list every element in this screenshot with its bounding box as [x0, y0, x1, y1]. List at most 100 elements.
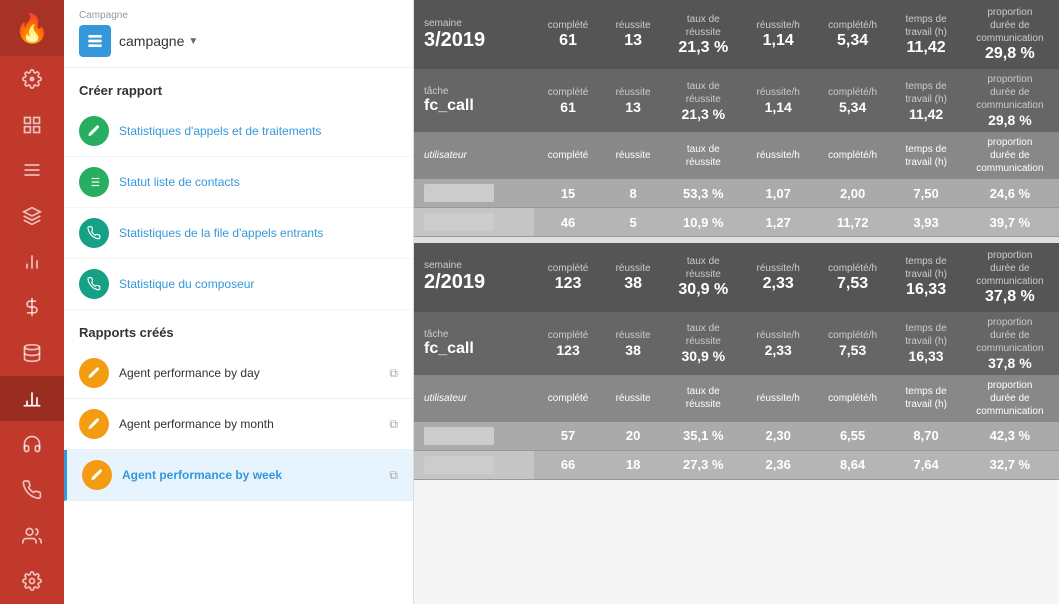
- report-day-copy-icon: ⧉: [389, 366, 398, 381]
- week2-label-sub: semaine: [424, 260, 524, 271]
- week2-proportion-header: proportiondurée decommunication 37,8 %: [961, 243, 1059, 312]
- week1-reussiteh-val: 1,14: [753, 32, 804, 50]
- week1-task-row: tâche fc_call complété 61 réussite 13 ta…: [414, 69, 1059, 132]
- week2-user2-row: 66 18 27,3 % 2,36 8,64 7,64 32,7 %: [414, 450, 1059, 479]
- week2-reussite-header: réussite 38: [602, 243, 664, 312]
- week1-task-label-sub: tâche: [424, 86, 524, 97]
- week2-task-taux: taux deréussite 30,9 %: [664, 312, 743, 375]
- week2-user2-proportion: 32,7 %: [961, 450, 1059, 479]
- menu-item-contact-list[interactable]: Statut liste de contacts: [64, 157, 413, 208]
- week1-user2-proportion: 39,7 %: [961, 208, 1059, 237]
- week1-user1-reussiteh: 1,07: [743, 179, 814, 208]
- menu-item-statistics[interactable]: Statistiques d'appels et de traitements: [64, 106, 413, 157]
- menu-item-queue-stats[interactable]: Statistiques de la file d'appels entrant…: [64, 208, 413, 259]
- week1-user-taux-header: taux deréussite: [664, 132, 743, 179]
- menu-item-composer[interactable]: Statistique du composeur: [64, 259, 413, 310]
- week2-label-main: 2/2019: [424, 271, 524, 294]
- week1-temps-header: temps detravail (h) 11,42: [891, 0, 960, 69]
- week1-proportion-val: 29,8 %: [971, 45, 1049, 63]
- week1-task-label-main: fc_call: [424, 97, 524, 115]
- campaign-dropdown[interactable]: campagne ▼: [119, 33, 198, 49]
- week1-user1-completed: 15: [534, 179, 602, 208]
- week1-user2-completedh: 11,72: [814, 208, 892, 237]
- week1-user1-completedh: 2,00: [814, 179, 892, 208]
- week2-user1-name-block: [424, 427, 494, 445]
- week1-task-temps: temps detravail (h) 11,42: [891, 69, 960, 132]
- week1-user1-proportion: 24,6 %: [961, 179, 1059, 208]
- report-week-copy-icon: ⧉: [389, 468, 398, 483]
- week1-task-completed: complété 61: [534, 69, 602, 132]
- contact-list-label: Statut liste de contacts: [119, 175, 240, 189]
- nav-dollar[interactable]: [0, 284, 64, 330]
- nav-phone[interactable]: [0, 467, 64, 513]
- nav-database[interactable]: [0, 330, 64, 376]
- statistics-label: Statistiques d'appels et de traitements: [119, 124, 321, 138]
- nav-layers[interactable]: [0, 193, 64, 239]
- completedh-col-header: complété/h: [824, 19, 882, 32]
- nav-settings[interactable]: [0, 558, 64, 604]
- week2-user1-proportion: 42,3 %: [961, 422, 1059, 451]
- week2-task-reussite: réussite 38: [602, 312, 664, 375]
- week2-user1-taux: 35,1 %: [664, 422, 743, 451]
- week2-task-label-cell: tâche fc_call: [414, 312, 534, 375]
- nav-chart[interactable]: [0, 239, 64, 285]
- week1-completed-header: complété 61: [534, 0, 602, 69]
- nav-contacts[interactable]: [0, 513, 64, 559]
- week1-completedh-val: 5,34: [824, 32, 882, 50]
- week2-header-row: semaine 2/2019 complété 123 réussite 38 …: [414, 243, 1059, 312]
- week1-task-reussite: réussite 13: [602, 69, 664, 132]
- week1-task-proportion: proportiondurée decommunication 29,8 %: [961, 69, 1059, 132]
- nav-menu[interactable]: [0, 148, 64, 194]
- week2-user1-reussiteh: 2,30: [743, 422, 814, 451]
- week1-completed-val: 61: [544, 32, 592, 50]
- icon-bar: 🔥: [0, 0, 64, 604]
- week2-taux-header: taux deréussite 30,9 %: [664, 243, 743, 312]
- week1-task-taux: taux deréussite 21,3 %: [664, 69, 743, 132]
- week1-user2-taux: 10,9 %: [664, 208, 743, 237]
- main-content: semaine 3/2019 complété 61 réussite 13 t…: [414, 0, 1059, 604]
- week1-user2-name-block: [424, 213, 494, 231]
- report-item-week[interactable]: Agent performance by week ⧉: [64, 450, 413, 501]
- nav-headset[interactable]: [0, 421, 64, 467]
- reussite-col-header: réussite: [612, 19, 654, 32]
- week2-user2-reussite: 18: [602, 450, 664, 479]
- week2-user-section-header: utilisateur complété réussite taux deréu…: [414, 375, 1059, 422]
- week1-user2-completed: 46: [534, 208, 602, 237]
- logo[interactable]: 🔥: [0, 0, 64, 56]
- week2-task-reussiteh: réussite/h 2,33: [743, 312, 814, 375]
- week2-reussiteh-header: réussite/h 2,33: [743, 243, 814, 312]
- week2-user2-taux: 27,3 %: [664, 450, 743, 479]
- week2-user1-row: 57 20 35,1 % 2,30 6,55 8,70 42,3 %: [414, 422, 1059, 451]
- campaign-header: Campagne campagne ▼: [64, 0, 413, 68]
- week2-user1-temps: 8,70: [891, 422, 960, 451]
- week2-task-proportion: proportiondurée decommunication 37,8 %: [961, 312, 1059, 375]
- week2-task-row: tâche fc_call complété 123 réussite 38 t…: [414, 312, 1059, 375]
- report-month-copy-icon: ⧉: [389, 417, 398, 432]
- week2-task-temps: temps detravail (h) 16,33: [891, 312, 960, 375]
- nav-reports[interactable]: [0, 376, 64, 422]
- week2-user1-completedh: 6,55: [814, 422, 892, 451]
- week1-user1-row: 15 8 53,3 % 1,07 2,00 7,50 24,6 %: [414, 179, 1059, 208]
- week1-user-proportion-header: proportiondurée decommunication: [961, 132, 1059, 179]
- week1-temps-val: 11,42: [901, 39, 950, 57]
- week2-completed-header: complété 123: [534, 243, 602, 312]
- report-month-icon: [79, 409, 109, 439]
- week2-user1-completed: 57: [534, 422, 602, 451]
- report-item-day[interactable]: Agent performance by day ⧉: [64, 348, 413, 399]
- report-day-label: Agent performance by day: [119, 366, 379, 380]
- nav-grid[interactable]: [0, 102, 64, 148]
- proportion-col-header: proportiondurée decommunication: [971, 6, 1049, 45]
- week1-user1-name-block: [424, 184, 494, 202]
- report-item-month[interactable]: Agent performance by month ⧉: [64, 399, 413, 450]
- week2-label-cell: semaine 2/2019: [414, 243, 534, 312]
- week1-label-cell: semaine 3/2019: [414, 0, 534, 69]
- week2-user-header-label: utilisateur: [414, 375, 534, 422]
- taux-col-header: taux deréussite: [674, 13, 733, 39]
- nav-gear[interactable]: [0, 56, 64, 102]
- campaign-label: Campagne: [79, 10, 398, 21]
- campaign-select[interactable]: campagne ▼: [79, 25, 398, 57]
- composer-icon: [79, 269, 109, 299]
- week1-task-label-cell: tâche fc_call: [414, 69, 534, 132]
- week1-user1-taux: 53,3 %: [664, 179, 743, 208]
- report-month-label: Agent performance by month: [119, 417, 379, 431]
